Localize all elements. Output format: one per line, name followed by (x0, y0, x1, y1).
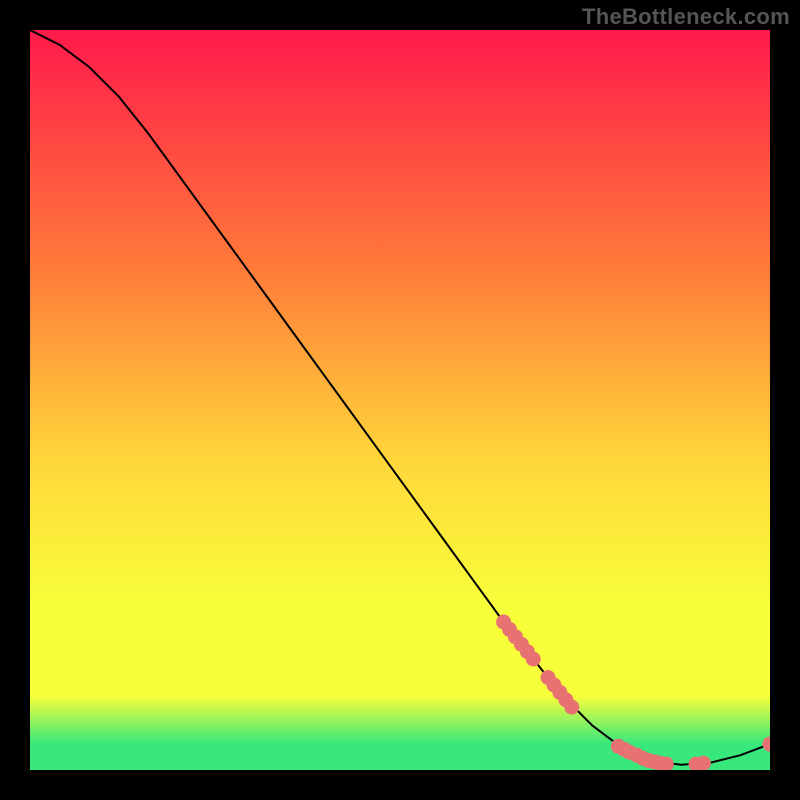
chart-frame: TheBottleneck.com (0, 0, 800, 800)
plot-area (30, 30, 770, 770)
data-marker (526, 652, 541, 667)
data-marker (564, 700, 579, 715)
chart-svg (30, 30, 770, 770)
watermark-text: TheBottleneck.com (582, 4, 790, 30)
gradient-background (30, 30, 770, 770)
